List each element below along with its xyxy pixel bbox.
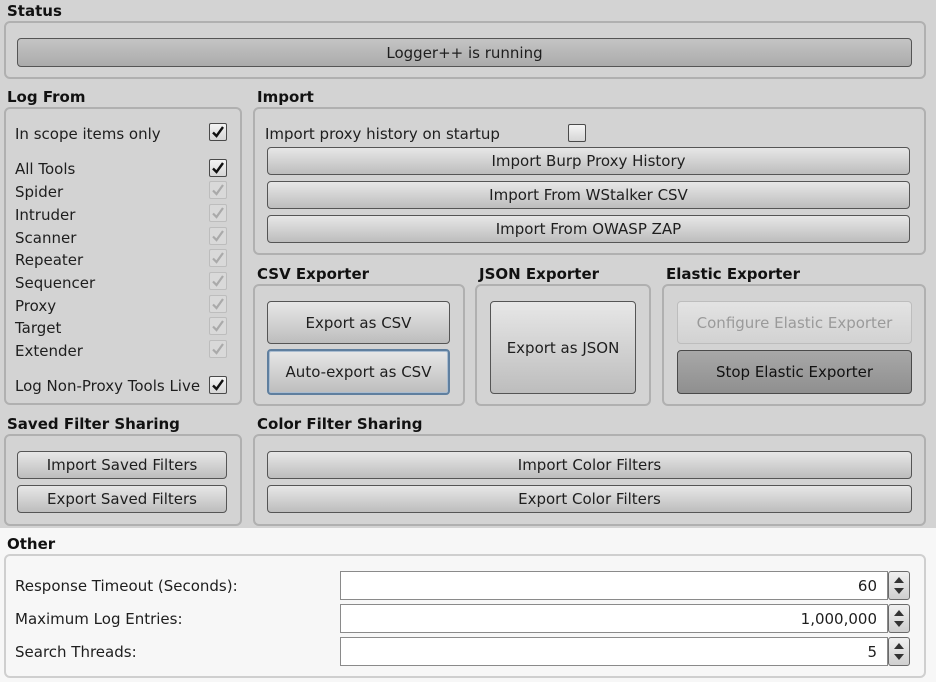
stop-elastic-button[interactable]: Stop Elastic Exporter [677,350,912,394]
spinner-up-icon[interactable] [894,610,904,616]
export-saved-filters-button[interactable]: Export Saved Filters [17,485,227,513]
import-wstalker-csv-button[interactable]: Import From WStalker CSV [267,181,910,209]
max-log-entries-value: 1,000,000 [800,609,877,628]
checkmark-icon [212,275,224,287]
proxy-history-startup-label: Import proxy history on startup [265,125,500,143]
tool-checkbox-extender[interactable] [209,340,227,358]
checkmark-icon [212,379,224,391]
elastic-exporter-title: Elastic Exporter [666,265,800,283]
search-threads-input[interactable]: 5 [340,637,888,666]
response-timeout-value: 60 [857,576,877,595]
tool-label-extender: Extender [15,342,83,360]
response-timeout-label: Response Timeout (Seconds): [15,577,238,595]
tool-checkbox-spider[interactable] [209,181,227,199]
auto-export-csv-button[interactable]: Auto-export as CSV [267,349,450,395]
non-proxy-live-checkbox[interactable] [209,376,227,394]
configure-elastic-button[interactable]: Configure Elastic Exporter [677,301,912,344]
response-timeout-input[interactable]: 60 [340,571,888,600]
spinner-down-icon[interactable] [894,588,904,594]
spinner-up-icon[interactable] [894,643,904,649]
tool-label-sequencer: Sequencer [15,274,96,292]
color-filter-sharing-title: Color Filter Sharing [257,415,423,433]
saved-filter-sharing-title: Saved Filter Sharing [7,415,180,433]
export-color-filters-button[interactable]: Export Color Filters [267,485,912,513]
import-owasp-zap-button[interactable]: Import From OWASP ZAP [267,215,910,243]
export-json-button[interactable]: Export as JSON [490,301,636,394]
export-csv-button[interactable]: Export as CSV [267,301,450,344]
tool-label-scanner: Scanner [15,229,77,247]
spinner-down-icon[interactable] [894,654,904,660]
tool-label-target: Target [15,319,62,337]
tool-checkbox-intruder[interactable] [209,204,227,222]
status-title: Status [7,2,62,20]
tool-label-spider: Spider [15,183,64,201]
in-scope-checkbox[interactable] [209,123,227,141]
tool-label-proxy: Proxy [15,297,57,315]
checkmark-icon [212,230,224,242]
tool-checkbox-repeater[interactable] [209,249,227,267]
status-indicator: Logger++ is running [17,38,912,67]
search-threads-label: Search Threads: [15,643,137,661]
tool-checkbox-proxy[interactable] [209,295,227,313]
max-log-entries-spinner[interactable] [888,604,910,633]
import-burp-history-button[interactable]: Import Burp Proxy History [267,147,910,175]
other-title: Other [7,535,56,553]
checkmark-icon [212,320,224,332]
checkmark-icon [212,252,224,264]
max-log-entries-label: Maximum Log Entries: [15,610,183,628]
search-threads-spinner[interactable] [888,637,910,666]
checkmark-icon [212,343,224,355]
search-threads-value: 5 [867,642,877,661]
non-proxy-live-label: Log Non-Proxy Tools Live [15,377,201,395]
import-color-filters-button[interactable]: Import Color Filters [267,451,912,479]
checkmark-icon [212,162,224,174]
checkmark-icon [212,126,224,138]
json-exporter-title: JSON Exporter [479,265,600,283]
all-tools-checkbox[interactable] [209,159,227,177]
tool-checkbox-target[interactable] [209,317,227,335]
csv-exporter-title: CSV Exporter [257,265,370,283]
spinner-down-icon[interactable] [894,621,904,627]
response-timeout-spinner[interactable] [888,571,910,600]
import-title: Import [257,88,314,106]
import-saved-filters-button[interactable]: Import Saved Filters [17,451,227,479]
tool-checkbox-sequencer[interactable] [209,272,227,290]
tool-checkbox-scanner[interactable] [209,227,227,245]
checkmark-icon [212,184,224,196]
in-scope-label: In scope items only [15,125,161,143]
proxy-history-startup-checkbox[interactable] [568,124,586,142]
checkmark-icon [212,207,224,219]
checkmark-icon [212,298,224,310]
all-tools-label: All Tools [15,160,76,178]
tool-label-repeater: Repeater [15,251,84,269]
tool-label-intruder: Intruder [15,206,76,224]
log-from-title: Log From [7,88,86,106]
max-log-entries-input[interactable]: 1,000,000 [340,604,888,633]
spinner-up-icon[interactable] [894,577,904,583]
